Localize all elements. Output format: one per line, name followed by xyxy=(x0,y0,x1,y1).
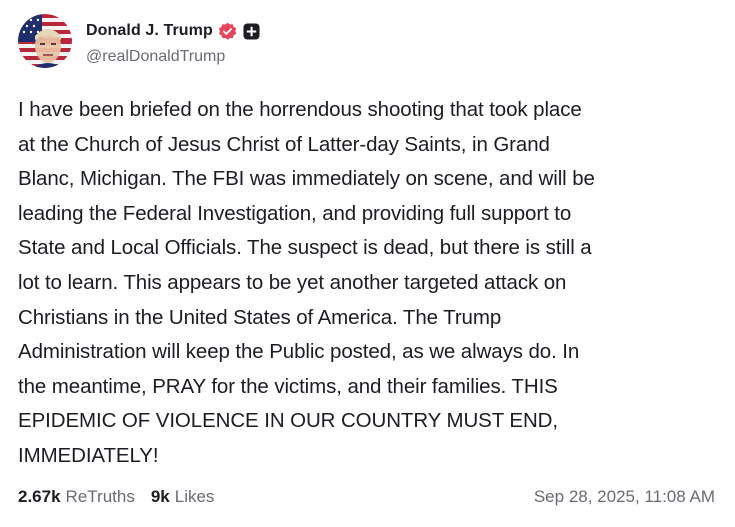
post-body-line: Christians in the United States of Ameri… xyxy=(18,305,502,329)
post-body-line: IMMEDIATELY! xyxy=(18,443,159,467)
author-handle[interactable]: @realDonaldTrump xyxy=(86,48,225,66)
post-body-line: I have been briefed on the horrendous sh… xyxy=(18,98,582,121)
post-body-line: the meantime, PRAY for the victims, and … xyxy=(18,374,558,398)
likes-label: Likes xyxy=(174,487,215,506)
retruths-label: ReTruths xyxy=(65,487,135,506)
truth-post: Donald J. Trump @realDonaldTrump I have … xyxy=(0,0,735,527)
post-body-line: Blanc, Michigan. The FBI was immediately… xyxy=(18,167,595,191)
retruths-stat[interactable]: 2.67k ReTruths xyxy=(18,487,135,507)
likes-count: 9k xyxy=(150,487,170,506)
post-body-line: State and Local Officials. The suspect i… xyxy=(18,236,592,260)
verified-badge-icon xyxy=(218,22,237,40)
author-name-row: Donald J. Trump xyxy=(86,20,260,42)
likes-stat[interactable]: 9k Likes xyxy=(151,487,215,507)
avatar[interactable] xyxy=(18,14,72,68)
post-body-line: EPIDEMIC OF VIOLENCE IN OUR COUNTRY MUST… xyxy=(18,409,558,433)
display-name[interactable]: Donald J. Trump xyxy=(86,22,213,40)
post-body-line: leading the Federal Investigation, and p… xyxy=(18,201,572,225)
plus-badge-icon xyxy=(243,22,260,40)
retruths-count: 2.67k xyxy=(18,487,61,506)
post-body: I have been briefed on the horrendous sh… xyxy=(18,93,718,474)
post-body-line: at the Church of Jesus Christ of Latter-… xyxy=(18,132,550,156)
post-timestamp[interactable]: Sep 28, 2025, 11:08 AM xyxy=(534,487,715,507)
post-body-line: lot to learn. This appears to be yet ano… xyxy=(18,270,567,294)
post-stats: 2.67k ReTruths 9k Likes xyxy=(18,487,214,507)
post-body-line: Administration will keep the Public post… xyxy=(18,340,580,364)
